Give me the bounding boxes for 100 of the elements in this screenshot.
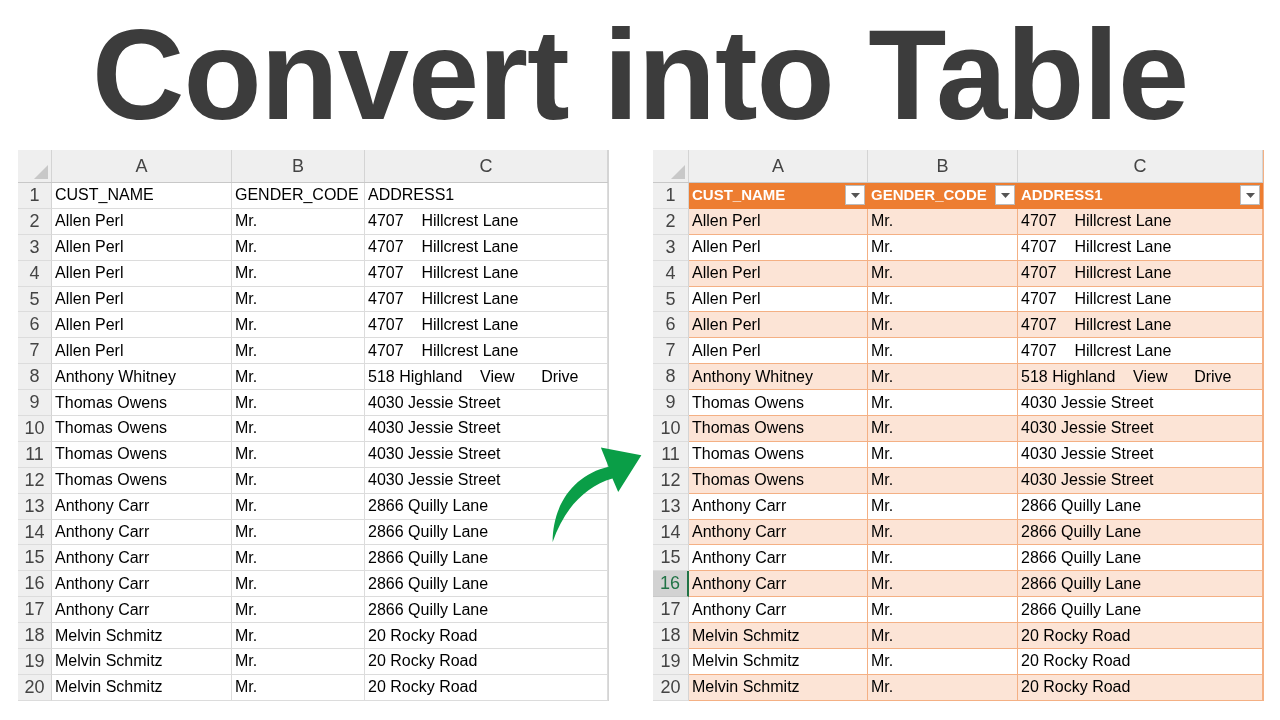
column-header[interactable]: B <box>292 152 304 180</box>
cell-text: Mr. <box>871 547 894 568</box>
row-number[interactable]: 17 <box>653 597 689 624</box>
cell-text: Mr. <box>871 392 894 413</box>
filter-dropdown-button[interactable] <box>845 185 865 206</box>
row-number[interactable]: 14 <box>18 519 52 546</box>
row-number[interactable]: 4 <box>18 260 52 287</box>
row-number[interactable]: 2 <box>653 208 689 235</box>
row-number[interactable]: 12 <box>653 467 689 494</box>
cell-text: Allen Perl <box>692 237 761 258</box>
cell-text: 4030 Jessie Street <box>368 470 501 491</box>
cell-text: Thomas Owens <box>692 418 805 439</box>
cell-text: Melvin Schmitz <box>55 625 163 646</box>
cell-text: Allen Perl <box>55 340 124 361</box>
cell-text: 4707 Hillcrest Lane <box>1021 289 1172 309</box>
row-number[interactable]: 7 <box>18 338 52 365</box>
cell-text: Mr. <box>871 599 894 620</box>
cell-text: Anthony Carr <box>55 547 150 568</box>
cell-text: Thomas Owens <box>55 418 168 439</box>
cell-text: Mr. <box>871 418 894 439</box>
row-number[interactable]: 5 <box>653 286 689 313</box>
row-number[interactable]: 8 <box>653 364 689 391</box>
row-number[interactable]: 19 <box>653 649 689 675</box>
cell-text: Anthony Whitney <box>692 366 813 387</box>
cell-text: 4030 Jessie Street <box>1021 470 1154 491</box>
cell-text: Anthony Carr <box>692 573 787 594</box>
row-number[interactable]: 1 <box>18 183 52 209</box>
row-number[interactable]: 18 <box>18 623 52 650</box>
cell-text: Mr. <box>235 263 258 284</box>
cell-text: Thomas Owens <box>692 392 805 413</box>
row-number[interactable]: 12 <box>18 467 52 494</box>
column-header[interactable]: A <box>772 152 784 180</box>
cell-text: CUST_NAME <box>692 185 786 206</box>
column-header[interactable]: B <box>936 152 949 180</box>
cell-text: Allen Perl <box>692 340 761 361</box>
row-number[interactable]: 3 <box>653 234 689 261</box>
cell-text: Mr. <box>871 470 894 491</box>
cell-text: Mr. <box>235 289 258 309</box>
cell-text: 2866 Quilly Lane <box>368 599 489 620</box>
cell-text: Mr. <box>235 418 258 439</box>
row-number[interactable]: 8 <box>18 364 52 391</box>
cell-text: GENDER_CODE <box>871 185 987 206</box>
row-number[interactable]: 10 <box>653 416 689 442</box>
cell-text: 20 Rocky Road <box>1021 677 1131 698</box>
row-number[interactable]: 13 <box>653 493 689 520</box>
row-number[interactable]: 16 <box>18 571 52 598</box>
cell-text: Allen Perl <box>692 289 761 309</box>
row-number[interactable]: 9 <box>18 390 52 416</box>
row-number[interactable]: 6 <box>653 312 689 339</box>
row-number[interactable]: 14 <box>653 519 689 546</box>
row-number[interactable]: 4 <box>653 260 689 287</box>
filter-dropdown-button[interactable] <box>995 185 1015 206</box>
row-number[interactable]: 20 <box>18 674 52 701</box>
row-number[interactable]: 5 <box>18 286 52 313</box>
cell-text: Anthony Carr <box>55 522 150 542</box>
cell-text: Mr. <box>235 211 258 232</box>
row-number[interactable]: 11 <box>653 441 689 468</box>
row-number[interactable]: 16 <box>653 571 689 598</box>
column-header[interactable]: C <box>479 152 493 180</box>
cell-text: Mr. <box>871 496 894 517</box>
row-number[interactable]: 17 <box>18 597 52 624</box>
row-number[interactable]: 11 <box>18 441 52 468</box>
row-number[interactable]: 20 <box>653 674 689 701</box>
cell-text: 4707 Hillcrest Lane <box>368 237 519 258</box>
cell-text: 518 Highland View Drive <box>1021 366 1232 387</box>
cell-text: 4707 Hillcrest Lane <box>1021 340 1172 361</box>
cell-text: 4707 Hillcrest Lane <box>1021 237 1172 258</box>
column-header[interactable]: A <box>135 152 148 180</box>
cell-text: 4707 Hillcrest Lane <box>368 211 519 232</box>
cell-text: 2866 Quilly Lane <box>1021 573 1142 594</box>
cell-text: CUST_NAME <box>55 185 154 206</box>
cell-text: Thomas Owens <box>55 392 168 413</box>
row-number[interactable]: 15 <box>18 545 52 572</box>
row-number[interactable]: 3 <box>18 234 52 261</box>
cell-text: 518 Highland View Drive <box>368 366 579 387</box>
cell-text: 2866 Quilly Lane <box>368 573 489 594</box>
row-number[interactable]: 18 <box>653 623 689 650</box>
cell-text: ADDRESS1 <box>368 185 455 206</box>
row-number[interactable]: 6 <box>18 312 52 339</box>
filter-dropdown-button[interactable] <box>1240 185 1260 206</box>
cell-text: 4707 Hillcrest Lane <box>1021 211 1172 232</box>
cell-text: Mr. <box>871 366 894 387</box>
row-number[interactable]: 9 <box>653 390 689 416</box>
cell-text: Mr. <box>235 340 258 361</box>
cell-text: 20 Rocky Road <box>368 651 478 672</box>
cell-text: 4707 Hillcrest Lane <box>368 314 519 335</box>
column-header[interactable]: C <box>1133 152 1147 180</box>
caret-icon <box>1245 192 1255 198</box>
row-number[interactable]: 10 <box>18 416 52 442</box>
row-number[interactable]: 15 <box>653 545 689 572</box>
cell-text: Mr. <box>871 314 894 335</box>
cell-text: ADDRESS1 <box>1021 185 1103 206</box>
row-number[interactable]: 19 <box>18 649 52 675</box>
row-number[interactable]: 1 <box>653 183 689 209</box>
cell-text: Mr. <box>871 625 894 646</box>
cell-text: Mr. <box>871 573 894 594</box>
row-number[interactable]: 13 <box>18 493 52 520</box>
cell-text: Allen Perl <box>692 211 761 232</box>
row-number[interactable]: 2 <box>18 208 52 235</box>
row-number[interactable]: 7 <box>653 338 689 365</box>
